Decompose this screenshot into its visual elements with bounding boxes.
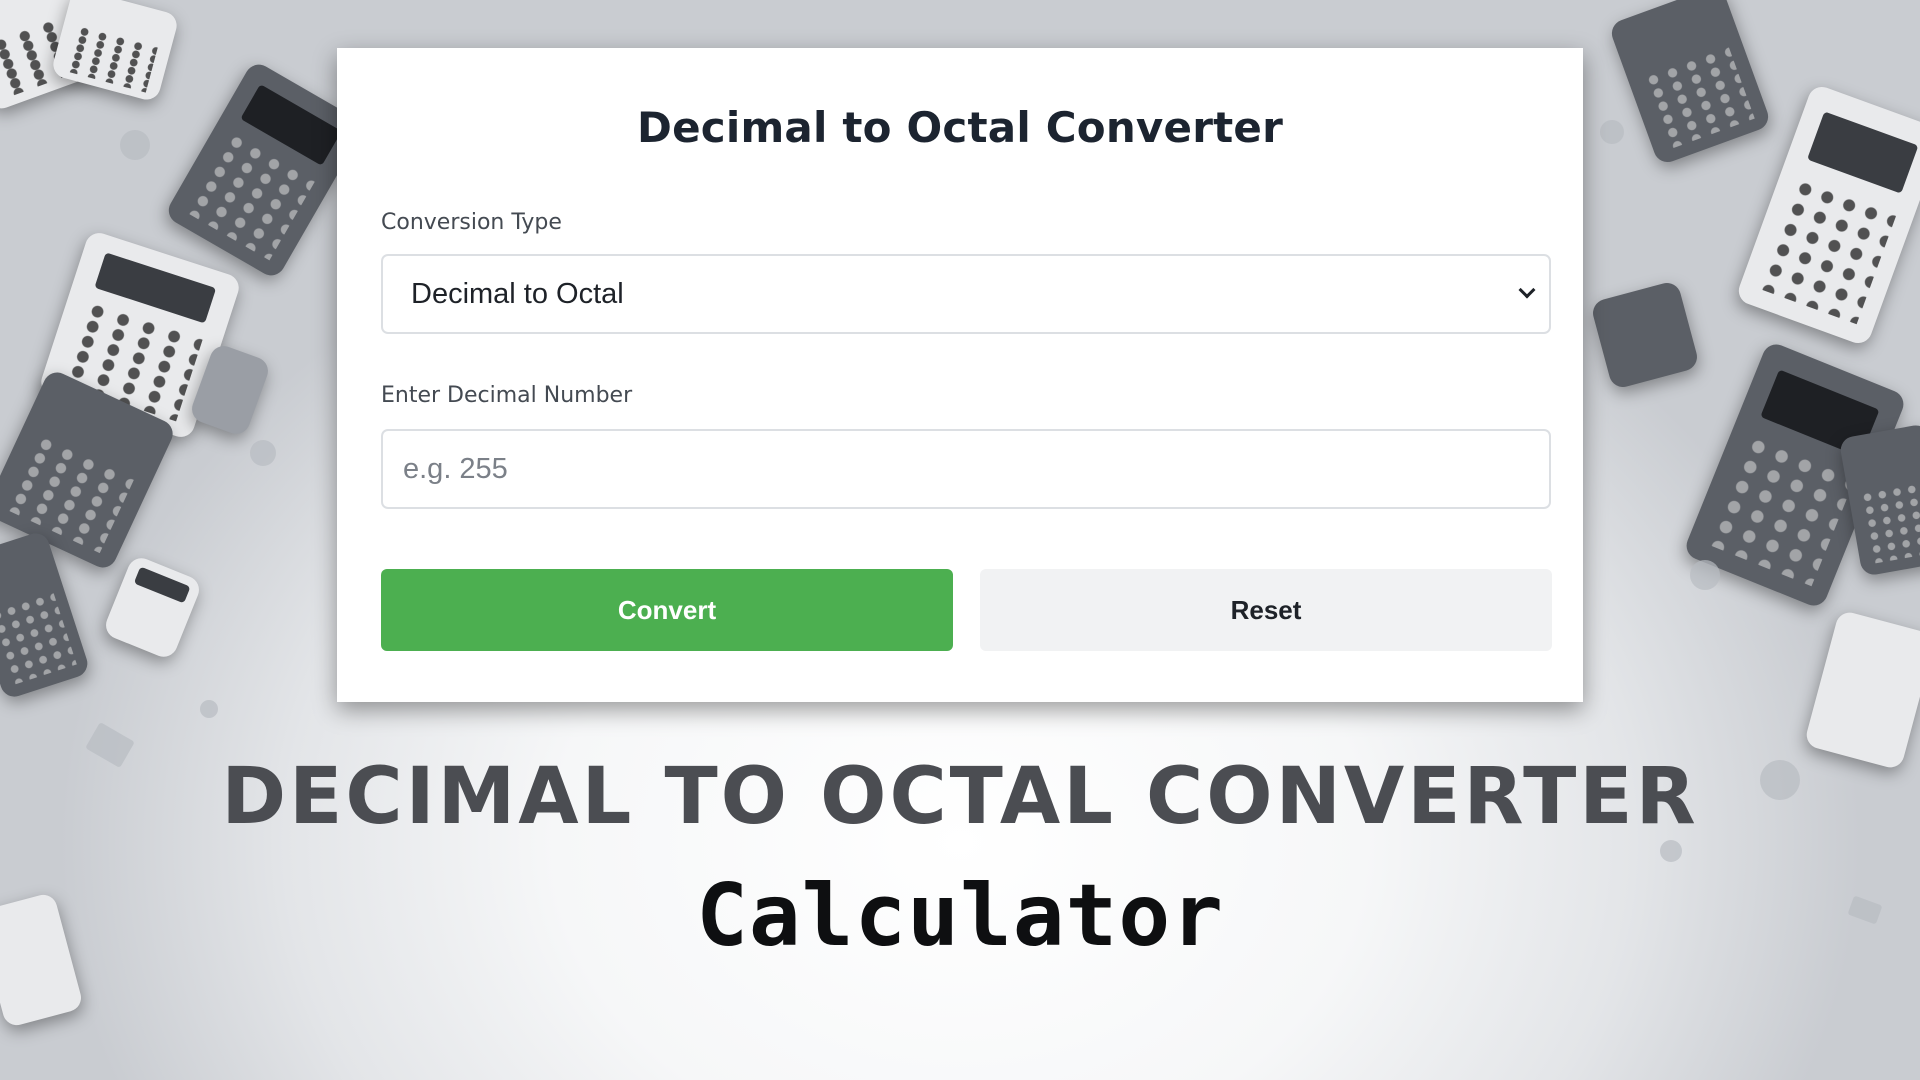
conversion-type-select[interactable]: Decimal to Octal	[381, 254, 1551, 334]
card-title: Decimal to Octal Converter	[637, 103, 1283, 152]
calculator-image	[1803, 609, 1920, 771]
convert-button[interactable]: Convert	[381, 569, 953, 651]
banner-headline: DECIMAL TO OCTAL CONVERTER	[221, 752, 1699, 842]
converter-card: Decimal to Octal Converter Conversion Ty…	[337, 48, 1583, 702]
calculator-image	[1607, 0, 1773, 166]
reset-button[interactable]: Reset	[980, 569, 1552, 651]
calculator-image	[163, 59, 367, 281]
decimal-number-label: Enter Decimal Number	[381, 383, 633, 408]
conversion-type-selected-value: Decimal to Octal	[411, 278, 624, 310]
conversion-type-label: Conversion Type	[381, 210, 562, 235]
decimal-number-input[interactable]	[381, 429, 1551, 509]
banner-subline: Calculator	[696, 866, 1224, 966]
calculator-image	[1838, 423, 1920, 577]
calculator-image	[1589, 279, 1701, 391]
chevron-down-icon	[1518, 281, 1536, 299]
calculator-image	[101, 554, 204, 661]
calculator-image	[50, 0, 180, 103]
